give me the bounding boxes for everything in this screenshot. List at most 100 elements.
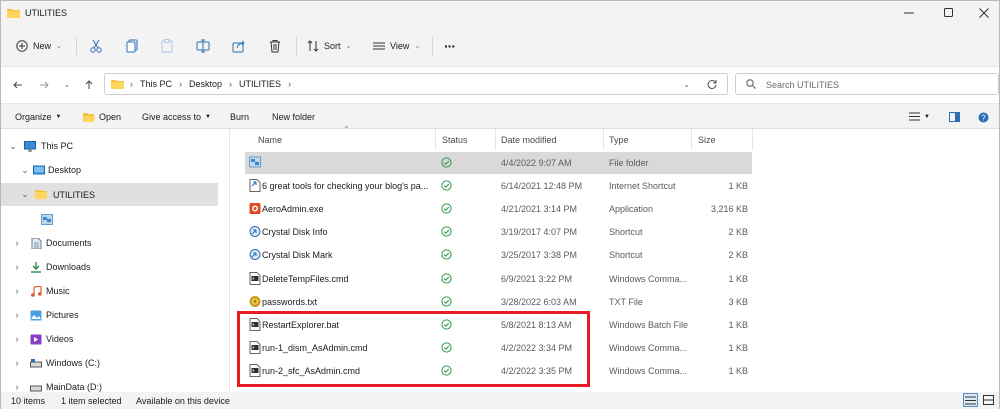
sort-button[interactable]: Sort ⌄ bbox=[307, 33, 351, 59]
selection-count: 1 item selected bbox=[61, 396, 122, 406]
minimize-icon bbox=[904, 12, 914, 14]
file-row[interactable]: run-2_sfc_AsAdmin.cmd 4/2/2022 3:35 PM Win… bbox=[245, 360, 752, 382]
breadcrumb-desktop[interactable]: Desktop bbox=[189, 79, 222, 89]
file-row[interactable]: RestartExplorer.bat 5/8/2021 8:13 AM Windo… bbox=[245, 314, 752, 336]
file-row[interactable]: run-1_dism_AsAdmin.cmd 4/2/2022 3:34 PM Wi… bbox=[245, 337, 752, 359]
chevron-down-icon: ⌄ bbox=[345, 43, 352, 50]
refresh-icon[interactable] bbox=[707, 79, 717, 89]
divider bbox=[603, 129, 604, 150]
give-access-button[interactable]: Give access to ▼ bbox=[142, 112, 211, 122]
file-type: Shortcut bbox=[609, 250, 643, 261]
maximize-icon bbox=[944, 8, 953, 17]
dropdown-chevron-icon[interactable]: ⌄ bbox=[683, 80, 690, 89]
column-type[interactable]: Type bbox=[609, 135, 629, 145]
up-button[interactable] bbox=[81, 77, 97, 93]
expand-chevron-icon[interactable]: › bbox=[12, 310, 22, 320]
sync-status-check-icon bbox=[441, 319, 452, 330]
organize-button[interactable]: Organize ▼ bbox=[15, 112, 61, 122]
file-row[interactable]: AeroAdmin.exe 4/21/2021 3:14 PM Applicatio… bbox=[245, 198, 752, 220]
expand-chevron-icon[interactable]: › bbox=[12, 286, 22, 296]
breadcrumb-this-pc[interactable]: This PC bbox=[140, 79, 172, 89]
nav-item-videos[interactable]: › Videos bbox=[1, 328, 218, 350]
file-row[interactable]: DeleteTempFiles.cmd 6/9/2021 3:22 PM Windo… bbox=[245, 268, 752, 290]
preview-pane-button[interactable] bbox=[949, 112, 960, 122]
window-title: UTILITIES bbox=[25, 8, 68, 18]
column-date-modified[interactable]: Date modified bbox=[501, 135, 557, 145]
file-size: 1 KB bbox=[728, 319, 748, 330]
file-row[interactable]: passwords.txt 3/28/2022 6:03 AM TXT File 3 … bbox=[245, 291, 752, 313]
nav-item-documents[interactable]: › Documents bbox=[1, 232, 218, 254]
help-button[interactable]: ? bbox=[978, 112, 989, 123]
burn-button[interactable]: Burn bbox=[230, 112, 249, 122]
expand-chevron-icon[interactable]: › bbox=[12, 334, 22, 344]
sort-ascending-icon: ⌃ bbox=[343, 125, 350, 134]
nav-item-downloads[interactable]: › Downloads bbox=[1, 256, 218, 278]
paste-button[interactable] bbox=[160, 33, 174, 59]
view-button[interactable]: View ⌄ bbox=[373, 33, 420, 59]
file-type: Windows Comma... bbox=[609, 273, 688, 284]
details-view-icon bbox=[909, 112, 920, 121]
close-button[interactable] bbox=[961, 1, 1000, 25]
nav-item-music[interactable]: › Music bbox=[1, 280, 218, 302]
column-status[interactable]: Status bbox=[442, 135, 468, 145]
recent-locations-button[interactable]: ⌄ bbox=[59, 77, 75, 93]
change-view-button[interactable]: ▼ bbox=[909, 112, 930, 121]
file-row[interactable]: 4/4/2022 9:07 AM File folder bbox=[245, 152, 752, 174]
cut-button[interactable] bbox=[89, 33, 103, 59]
file-name: Crystal Disk Mark bbox=[262, 250, 333, 261]
file-row[interactable]: Crystal Disk Mark 3/25/2017 3:38 PM Shortc… bbox=[245, 244, 752, 266]
nav-item-subfolder[interactable] bbox=[1, 208, 218, 230]
divider bbox=[435, 129, 436, 150]
file-name: DeleteTempFiles.cmd bbox=[262, 273, 349, 284]
divider bbox=[495, 129, 496, 150]
nav-item-utilities[interactable]: ⌄ UTILITIES bbox=[1, 183, 218, 206]
forward-button[interactable] bbox=[36, 77, 52, 93]
details-view-toggle[interactable] bbox=[963, 393, 978, 407]
nav-item-windows-c[interactable]: › Windows (C:) bbox=[1, 352, 218, 374]
expand-chevron-icon[interactable]: › bbox=[12, 238, 22, 248]
rename-button[interactable] bbox=[196, 33, 210, 59]
file-date: 3/25/2017 3:38 PM bbox=[501, 250, 578, 261]
sync-status-check-icon bbox=[441, 272, 452, 284]
copy-button[interactable] bbox=[125, 33, 139, 59]
address-bar[interactable]: › This PC › Desktop › UTILITIES › ⌄ bbox=[104, 73, 728, 95]
file-size: 1 KB bbox=[728, 365, 748, 376]
file-name: Crystal Disk Info bbox=[262, 227, 328, 238]
cmd-file-icon bbox=[249, 271, 261, 285]
expand-chevron-icon[interactable]: › bbox=[12, 262, 22, 272]
expand-chevron-icon[interactable]: ⌄ bbox=[20, 189, 30, 200]
cmd-file-icon bbox=[249, 317, 261, 331]
chevron-down-icon: ⌄ bbox=[414, 43, 421, 50]
column-size[interactable]: Size bbox=[698, 135, 716, 145]
new-folder-button[interactable]: New folder bbox=[272, 112, 315, 122]
open-button[interactable]: Open bbox=[83, 112, 121, 122]
new-button[interactable]: New ⌄ bbox=[16, 33, 62, 59]
delete-button[interactable] bbox=[268, 33, 282, 59]
nav-item-this-pc[interactable]: ⌄ This PC bbox=[1, 135, 218, 157]
nav-item-pictures[interactable]: › Pictures bbox=[1, 304, 218, 326]
sync-status-check-icon bbox=[441, 365, 452, 376]
nav-label: Videos bbox=[46, 334, 74, 344]
nested-folder-icon bbox=[41, 213, 53, 225]
nav-item-desktop[interactable]: ⌄ Desktop bbox=[1, 159, 218, 181]
tiles-view-toggle[interactable] bbox=[982, 394, 995, 406]
expand-chevron-icon[interactable]: › bbox=[12, 358, 22, 368]
folder-icon bbox=[35, 190, 47, 199]
expand-chevron-icon[interactable]: ⌄ bbox=[8, 141, 18, 152]
txt-file-icon bbox=[249, 295, 261, 308]
expand-chevron-icon[interactable]: ⌄ bbox=[20, 165, 30, 176]
file-row[interactable]: 6 great tools for checking your blog's p… bbox=[245, 175, 752, 197]
cmd-file-icon bbox=[249, 340, 261, 354]
breadcrumb-utilities[interactable]: UTILITIES bbox=[239, 79, 281, 89]
share-button[interactable] bbox=[232, 33, 246, 59]
back-button[interactable] bbox=[10, 77, 26, 93]
expand-chevron-icon[interactable]: › bbox=[12, 382, 22, 392]
search-box[interactable]: Search UTILITIES bbox=[735, 73, 999, 95]
column-name[interactable]: Name bbox=[258, 135, 282, 145]
monitor-icon bbox=[24, 140, 36, 151]
file-type: Application bbox=[609, 204, 654, 215]
file-row[interactable]: Crystal Disk Info 3/19/2017 4:07 PM Shortc… bbox=[245, 221, 752, 243]
details-view-icon bbox=[965, 396, 976, 405]
nav-label: Desktop bbox=[48, 165, 82, 175]
more-options-button[interactable]: ··· bbox=[444, 33, 456, 59]
